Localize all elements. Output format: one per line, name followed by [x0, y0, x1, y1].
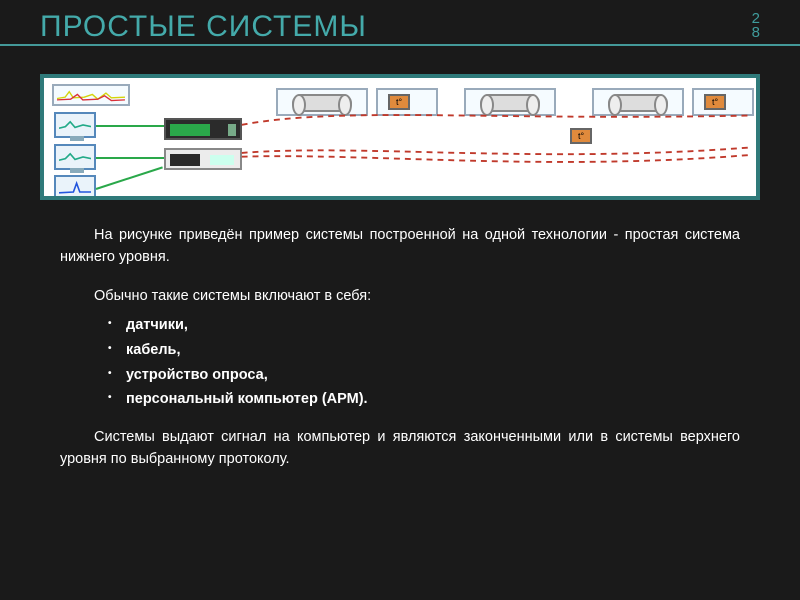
list-item: персональный компьютер (АРМ).: [60, 387, 740, 412]
component-list: датчики, кабель, устройство опроса, перс…: [60, 313, 740, 412]
diagram-canvas: t° t° t°: [44, 78, 756, 196]
page-number: 2 8: [752, 12, 760, 39]
wire-path: [44, 78, 756, 196]
list-lead: Обычно такие системы включают в себя:: [60, 285, 740, 307]
page-number-line2: 8: [752, 26, 760, 40]
paragraph-intro: На рисунке приведён пример системы постр…: [60, 224, 740, 269]
list-item: датчики,: [60, 313, 740, 338]
list-item: устройство опроса,: [60, 363, 740, 388]
slide-title: ПРОСТЫЕ СИСТЕМЫ: [40, 10, 367, 44]
system-diagram: t° t° t°: [40, 74, 760, 200]
list-item: кабель,: [60, 338, 740, 363]
paragraph-outro: Системы выдают сигнал на компьютер и явл…: [60, 426, 740, 471]
slide-body: На рисунке приведён пример системы постр…: [0, 224, 800, 471]
